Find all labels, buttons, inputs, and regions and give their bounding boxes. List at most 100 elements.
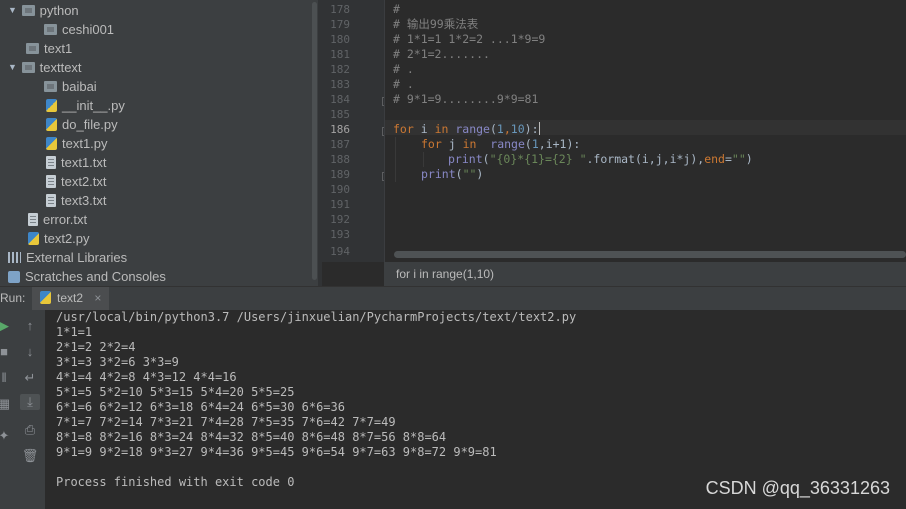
- indent-guide: [423, 152, 424, 167]
- token: (: [524, 137, 532, 151]
- tree-item-baibai[interactable]: baibai: [44, 77, 97, 96]
- token: j: [441, 137, 463, 151]
- project-tree: ▼ python ceshi001 text1 ▼ texttext baiba…: [0, 0, 318, 286]
- tree-item-label: text1.py: [62, 136, 108, 151]
- keyword: in: [434, 122, 449, 136]
- tree-item-text3-txt[interactable]: text3.txt: [46, 191, 107, 210]
- tree-item-do-file-py[interactable]: do_file.py: [46, 115, 118, 134]
- code-line: # 1*1=1 1*2=2 ...1*9=9: [393, 32, 546, 46]
- pin-icon[interactable]: ✦: [0, 428, 14, 444]
- tree-item-label: Scratches and Consoles: [25, 269, 166, 284]
- chevron-down-icon[interactable]: ▼: [8, 58, 18, 77]
- close-icon[interactable]: ×: [94, 291, 101, 305]
- tree-item-text2-txt[interactable]: text2.txt: [46, 172, 107, 191]
- line-number: 190: [330, 183, 350, 196]
- tree-item-text1[interactable]: text1: [26, 39, 72, 58]
- run-tab-text2[interactable]: text2 ×: [32, 287, 110, 310]
- console-line: 8*1=8 8*2=16 8*3=24 8*4=32 8*5=40 8*6=48…: [56, 430, 447, 444]
- line-number: 187: [330, 138, 350, 151]
- print-icon[interactable]: ⎙: [20, 422, 40, 438]
- console-line: 2*1=2 2*2=4: [56, 340, 136, 354]
- folder-icon: [21, 5, 35, 16]
- line-number: 189: [330, 168, 350, 181]
- library-icon: [8, 252, 21, 263]
- text-file-icon: [46, 175, 56, 188]
- editor-horizontal-scrollbar[interactable]: [394, 250, 906, 258]
- builtin: print: [421, 167, 456, 181]
- tree-item-label: error.txt: [43, 212, 88, 227]
- python-file-icon: [40, 291, 51, 304]
- builtin: range: [490, 137, 525, 151]
- run-label: Run:: [0, 291, 26, 305]
- python-file-icon: [46, 99, 57, 112]
- python-file-icon: [46, 137, 57, 150]
- line-number: 181: [330, 48, 350, 61]
- pause-icon[interactable]: ‖: [0, 370, 14, 386]
- tree-item-label: External Libraries: [26, 250, 128, 265]
- arrow-down-icon[interactable]: ↓: [20, 344, 40, 360]
- code-line: # .: [393, 62, 414, 76]
- tree-item-label: texttext: [39, 60, 82, 75]
- tree-item-label: text1.txt: [61, 155, 107, 170]
- line-number: 184: [330, 93, 350, 106]
- tree-item-texttext[interactable]: ▼ texttext: [8, 58, 82, 77]
- line-number: 178: [330, 3, 350, 16]
- code-line: # 输出99乘法表: [393, 17, 479, 31]
- token: (: [455, 167, 463, 181]
- code-editor[interactable]: # # 输出99乘法表 # 1*1=1 1*2=2 ...1*9=9 # 2*1…: [385, 0, 906, 262]
- tree-item-label: do_file.py: [62, 117, 118, 132]
- console-line: /usr/local/bin/python3.7 /Users/jinxueli…: [56, 310, 577, 324]
- chevron-down-icon[interactable]: ▼: [8, 1, 18, 20]
- scroll-to-end-icon[interactable]: ⤓: [20, 394, 40, 410]
- token: ):: [524, 122, 539, 136]
- python-file-icon: [46, 118, 57, 131]
- console-line: 7*1=7 7*2=14 7*3=21 7*4=28 7*5=35 7*6=42…: [56, 415, 396, 429]
- folder-icon: [44, 24, 57, 35]
- token: .format(i,j,i*j),: [586, 152, 705, 166]
- token: ,: [503, 122, 511, 136]
- line-number: 194: [330, 245, 350, 258]
- tree-item-label: text2.txt: [61, 174, 107, 189]
- tree-item-external-libraries[interactable]: External Libraries: [8, 248, 127, 267]
- tree-item-text1-py[interactable]: text1.py: [46, 134, 108, 153]
- soft-wrap-icon[interactable]: ↵: [20, 370, 40, 386]
- rerun-icon[interactable]: ▶: [0, 318, 14, 334]
- tree-item-text2-py[interactable]: text2.py: [28, 229, 90, 248]
- console-line: 1*1=1: [56, 325, 93, 339]
- layout-icon[interactable]: ▦: [0, 396, 14, 412]
- tree-item-python[interactable]: ▼ python: [8, 1, 79, 20]
- tree-item-scratches[interactable]: Scratches and Consoles: [8, 267, 166, 286]
- token: (: [489, 122, 497, 136]
- line-number: 179: [330, 18, 350, 31]
- tree-item-text1-txt[interactable]: text1.txt: [46, 153, 107, 172]
- text-file-icon: [46, 156, 56, 169]
- tree-item-label: text3.txt: [61, 193, 107, 208]
- tree-item-ceshi001[interactable]: ceshi001: [44, 20, 114, 39]
- editor-breadcrumb[interactable]: for i in range(1,10): [384, 262, 906, 286]
- keyword-arg: end: [704, 152, 725, 166]
- token: ,i+1):: [538, 137, 581, 151]
- folder-icon: [21, 62, 35, 73]
- console-line: 5*1=5 5*2=10 5*3=15 5*4=20 5*5=25: [56, 385, 295, 399]
- code-line: print("{0}*{1}={2} ".format(i,j,i*j),end…: [448, 152, 753, 167]
- console-line: 9*1=9 9*2=18 9*3=27 9*4=36 9*5=45 9*6=54…: [56, 445, 497, 459]
- run-side-toolbar: ▶ ↑ ■ ↓ ‖ ↵ ▦ ⤓ ✦ ⎙ 🗑: [0, 310, 45, 509]
- text-caret: [538, 122, 540, 135]
- tree-item-init-py[interactable]: __init__.py: [46, 96, 125, 115]
- console-line: 6*1=6 6*2=12 6*3=18 6*4=24 6*5=30 6*6=36: [56, 400, 345, 414]
- tree-item-label: __init__.py: [62, 98, 125, 113]
- line-number-current: 186: [330, 123, 350, 136]
- arrow-up-icon[interactable]: ↑: [20, 318, 40, 334]
- number: 10: [510, 122, 525, 136]
- token: (: [482, 152, 490, 166]
- stop-icon[interactable]: ■: [0, 344, 14, 360]
- folder-icon: [26, 43, 39, 54]
- keyword: for: [421, 137, 442, 151]
- tree-item-label: python: [39, 3, 79, 18]
- keyword: for: [393, 122, 414, 136]
- tree-item-label: baibai: [62, 79, 97, 94]
- scratch-icon: [8, 271, 20, 283]
- trash-icon[interactable]: 🗑: [20, 448, 40, 464]
- tree-item-error-txt[interactable]: error.txt: [28, 210, 87, 229]
